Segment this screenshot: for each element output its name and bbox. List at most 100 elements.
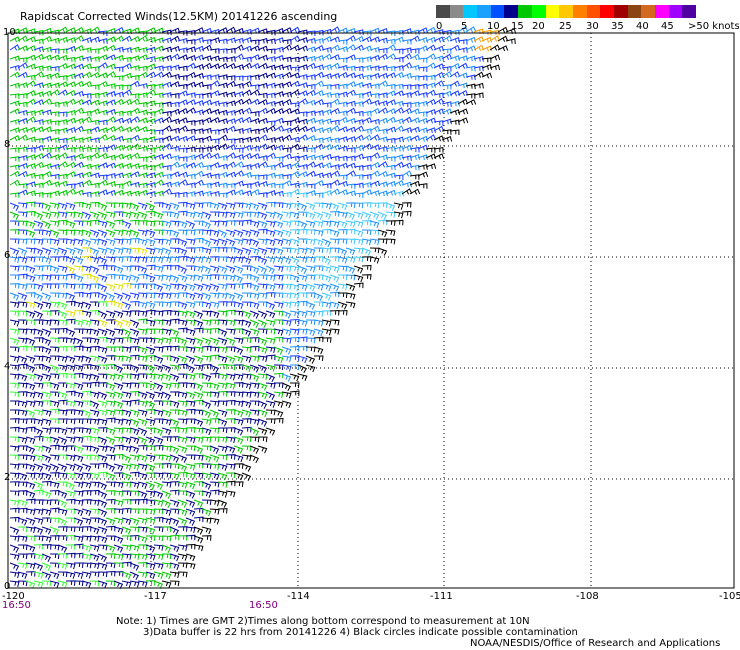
wind-barb (185, 310, 196, 319)
wind-barb (305, 190, 317, 196)
wind-barb (241, 238, 252, 246)
wind-barb (57, 202, 68, 211)
wind-barb (9, 418, 20, 424)
wind-barb (145, 391, 156, 400)
wind-barb (345, 183, 356, 190)
wind-barb (169, 534, 180, 541)
wind-barb (217, 382, 228, 390)
wind-barb (113, 517, 124, 525)
wind-barb (73, 372, 84, 379)
wind-barb (145, 355, 156, 361)
wind-barb (121, 180, 133, 187)
wind-barb (177, 162, 189, 169)
wind-barb (225, 138, 236, 144)
wind-barb (185, 301, 196, 309)
wind-barb (241, 355, 252, 363)
wind-barb (329, 283, 340, 292)
wind-barb (17, 202, 28, 209)
wind-barb (73, 220, 84, 227)
wind-barb (313, 211, 324, 220)
wind-barb (337, 228, 348, 235)
wind-barb (249, 202, 260, 211)
wind-barb (265, 310, 276, 319)
wind-barb (401, 210, 412, 217)
wind-barb (17, 319, 28, 326)
wind-barb (265, 247, 276, 255)
wind-barb (105, 570, 116, 577)
wind-barb (185, 534, 196, 541)
wind-barb (81, 490, 92, 496)
wind-barb (233, 382, 244, 388)
wind-barb (65, 490, 76, 498)
wind-barb (81, 526, 92, 532)
wind-barb (145, 481, 156, 490)
wind-barb (201, 526, 212, 535)
wind-barb (153, 444, 164, 451)
wind-barb (121, 400, 132, 407)
wind-barb (9, 301, 20, 309)
legend-color-swatch (559, 5, 573, 18)
wind-barb (185, 553, 196, 562)
wind-barb (129, 454, 140, 462)
wind-barb (281, 355, 292, 363)
wind-barb (121, 463, 132, 471)
legend-label: 20 (532, 21, 545, 32)
wind-barb (129, 571, 140, 581)
wind-barb (337, 301, 348, 310)
wind-barb (9, 256, 20, 264)
legend-color-swatch (655, 5, 669, 18)
wind-barb (169, 580, 180, 587)
wind-barb (9, 472, 20, 479)
wind-barb (153, 562, 164, 570)
wind-barb (281, 229, 292, 238)
wind-barb (145, 418, 156, 426)
wind-barb (161, 499, 172, 509)
wind-barb (441, 129, 452, 135)
wind-barb (49, 310, 60, 316)
wind-barb (17, 247, 28, 256)
wind-barb (225, 189, 237, 196)
wind-barb (89, 265, 100, 274)
wind-barb (137, 292, 148, 299)
wind-barb (289, 328, 300, 336)
wind-barb (17, 273, 28, 280)
wind-barb (170, 409, 180, 416)
wind-barb (161, 409, 172, 418)
wind-barb (153, 247, 164, 255)
wind-barb (321, 292, 332, 301)
wind-barb (137, 202, 148, 211)
map-title: Rapidscat Corrected Winds(12.5KM) 201412… (20, 10, 338, 23)
wind-barb (17, 490, 28, 496)
wind-barb (313, 247, 324, 254)
wind-barb (209, 265, 220, 273)
wind-barb (145, 427, 156, 434)
wind-barb (305, 355, 316, 364)
wind-barb (33, 274, 44, 281)
wind-barb (10, 400, 20, 407)
legend-label: 40 (636, 21, 649, 32)
wind-barb (337, 309, 348, 316)
wind-barb (97, 355, 108, 364)
wind-barb (9, 211, 20, 220)
wind-barb (9, 516, 20, 523)
wind-barb (97, 462, 108, 469)
wind-barb (298, 292, 308, 298)
wind-barb (169, 264, 180, 271)
wind-barb (177, 553, 188, 561)
wind-barb (97, 391, 108, 400)
wind-barb (9, 229, 20, 235)
wind-barb (201, 355, 212, 362)
wind-barb (249, 409, 260, 416)
wind-barb (314, 301, 324, 308)
wind-barb (281, 120, 292, 127)
wind-barb (49, 444, 60, 451)
wind-barb (217, 283, 228, 291)
wind-barb (249, 328, 260, 337)
wind-barb (9, 156, 20, 162)
legend-label: 0 (436, 21, 443, 32)
wind-barb (9, 202, 20, 211)
y-tick-label: 0 (4, 581, 11, 592)
wind-barb (193, 283, 204, 292)
wind-barb (105, 490, 116, 496)
wind-barb (249, 382, 260, 390)
